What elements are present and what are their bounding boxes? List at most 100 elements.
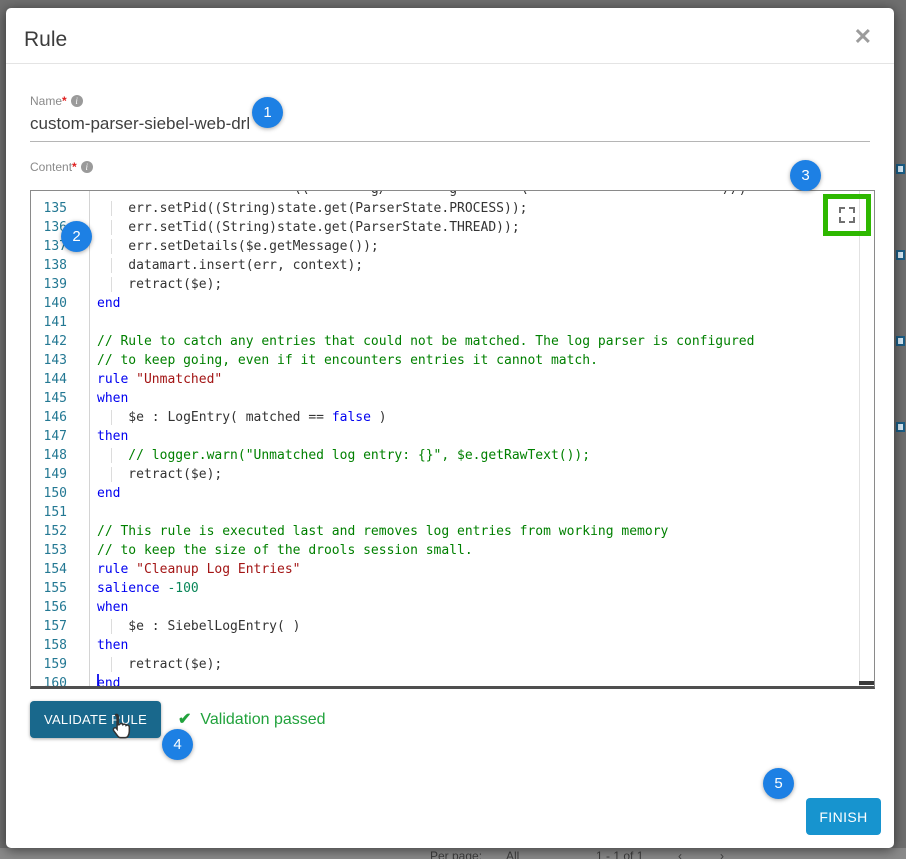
code-line: 140 end bbox=[31, 294, 874, 313]
indent-guide-line bbox=[111, 220, 112, 235]
code-text: then bbox=[97, 427, 128, 446]
line-number: 144 bbox=[31, 370, 89, 389]
code-text: retract($e); bbox=[97, 465, 222, 484]
code-line: 155 salience -100 bbox=[31, 579, 874, 598]
code-line: 141 bbox=[31, 313, 874, 332]
indent-guide-line bbox=[111, 467, 112, 482]
line-number: 142 bbox=[31, 332, 89, 351]
code-line: 135 err.setPid((String)state.get(ParserS… bbox=[31, 199, 874, 218]
line-number: 159 bbox=[31, 655, 89, 674]
code-line: 156when bbox=[31, 598, 874, 617]
check-icon: ✔ bbox=[178, 711, 191, 728]
required-asterisk: * bbox=[62, 94, 67, 108]
info-icon[interactable]: i bbox=[81, 161, 93, 173]
prev-page-icon: ‹ bbox=[678, 849, 682, 859]
step-badge-5: 5 bbox=[763, 768, 794, 799]
next-page-icon: › bbox=[720, 849, 724, 859]
code-line: 160 end bbox=[31, 674, 874, 689]
code-text: retract($e); bbox=[97, 275, 222, 294]
indent-guide-line bbox=[111, 410, 112, 425]
code-line: 153 // to keep the size of the drools ses… bbox=[31, 541, 874, 560]
line-number: 139 bbox=[31, 275, 89, 294]
required-asterisk: * bbox=[72, 160, 77, 174]
finish-button[interactable]: FINISH bbox=[806, 798, 881, 835]
code-text: // Rule to catch any entries that could … bbox=[97, 332, 754, 351]
code-line: 139 retract($e); bbox=[31, 275, 874, 294]
code-text: // to keep going, even if it encounters … bbox=[97, 351, 598, 370]
validation-status: ✔Validation passed bbox=[178, 709, 326, 729]
line-number: 143 bbox=[31, 351, 89, 370]
horizontal-scrollbar-thumb[interactable] bbox=[859, 681, 874, 685]
indent-guide-line bbox=[111, 448, 112, 463]
line-number: 145 bbox=[31, 389, 89, 408]
code-text: err.setDetails($e.getMessage()); bbox=[97, 237, 379, 256]
name-input[interactable] bbox=[30, 114, 870, 142]
step-badge-2: 2 bbox=[61, 221, 92, 252]
per-page-label: Per page: bbox=[430, 849, 482, 859]
dialog-header: Rule ✕ bbox=[6, 8, 894, 64]
line-number: 156 bbox=[31, 598, 89, 617]
code-text: retract($e); bbox=[97, 655, 222, 674]
code-line: 142 // Rule to catch any entries that cou… bbox=[31, 332, 874, 351]
line-number: 141 bbox=[31, 313, 89, 332]
line-number: 158 bbox=[31, 636, 89, 655]
code-line: 159 retract($e); bbox=[31, 655, 874, 674]
validate-rule-button[interactable]: VALIDATE RULE bbox=[30, 701, 161, 738]
code-line: 158 then bbox=[31, 636, 874, 655]
code-text: end bbox=[97, 674, 120, 689]
step-badge-1: 1 bbox=[252, 97, 283, 128]
code-text: when bbox=[97, 389, 128, 408]
code-line: 138 datamart.insert(err, context); bbox=[31, 256, 874, 275]
step-badge-3: 3 bbox=[790, 160, 821, 191]
line-number: 160 bbox=[31, 674, 89, 689]
close-icon[interactable]: ✕ bbox=[854, 26, 872, 48]
indent-guide-line bbox=[111, 657, 112, 672]
background-pagination-strip: Per page: All 1 - 1 of 1 ‹ › bbox=[0, 848, 906, 859]
line-number: 155 bbox=[31, 579, 89, 598]
code-line: 137 err.setDetails($e.getMessage()); bbox=[31, 237, 874, 256]
line-number: 135 bbox=[31, 199, 89, 218]
code-editor[interactable]: \\ g/ g \ = //) 135 err.setPid((String)s… bbox=[30, 190, 875, 689]
code-text: end bbox=[97, 294, 120, 313]
name-label: Name*i bbox=[30, 94, 83, 108]
fullscreen-icon[interactable] bbox=[839, 207, 855, 223]
code-line: 152// This rule is executed last and rem… bbox=[31, 522, 874, 541]
line-number: 154 bbox=[31, 560, 89, 579]
code-text: // logger.warn("Unmatched log entry: {}"… bbox=[97, 446, 590, 465]
line-number: 157 bbox=[31, 617, 89, 636]
line-number: 148 bbox=[31, 446, 89, 465]
line-number: 140 bbox=[31, 294, 89, 313]
line-number: 151 bbox=[31, 503, 89, 522]
rule-dialog: Rule ✕ Name*i Content*i \\ g/ g \ = //) … bbox=[6, 8, 894, 848]
code-line: 144 rule "Unmatched" bbox=[31, 370, 874, 389]
code-text: $e : LogEntry( matched == false ) bbox=[97, 408, 387, 427]
gutter-divider bbox=[89, 191, 90, 686]
hand-cursor-icon bbox=[106, 712, 134, 740]
code-line: 148 // logger.warn("Unmatched log entry:… bbox=[31, 446, 874, 465]
clipped-code-line: \\ g/ g \ = //) bbox=[31, 191, 874, 199]
content-label: Content*i bbox=[30, 160, 93, 174]
background-table-icon bbox=[896, 336, 905, 346]
code-text: // to keep the size of the drools sessio… bbox=[97, 541, 473, 560]
code-text: end bbox=[97, 484, 120, 503]
background-table-icon bbox=[896, 422, 905, 432]
code-line: 147then bbox=[31, 427, 874, 446]
code-text: rule "Unmatched" bbox=[97, 370, 222, 389]
code-text: err.setTid((String)state.get(ParserState… bbox=[97, 218, 520, 237]
code-text: then bbox=[97, 636, 128, 655]
indent-guide-line bbox=[111, 258, 112, 273]
code-text: $e : SiebelLogEntry( ) bbox=[97, 617, 301, 636]
code-line: 149 retract($e); bbox=[31, 465, 874, 484]
code-lines: 135 err.setPid((String)state.get(ParserS… bbox=[31, 199, 874, 689]
code-line: 150end bbox=[31, 484, 874, 503]
line-number: 153 bbox=[31, 541, 89, 560]
dialog-title: Rule bbox=[24, 28, 67, 52]
code-line: 145 when bbox=[31, 389, 874, 408]
code-text: err.setPid((String)state.get(ParserState… bbox=[97, 199, 527, 218]
indent-guide-line bbox=[111, 277, 112, 292]
code-text: salience -100 bbox=[97, 579, 199, 598]
indent-guide-line bbox=[111, 201, 112, 216]
info-icon[interactable]: i bbox=[71, 95, 83, 107]
step-badge-4: 4 bbox=[162, 729, 193, 760]
line-number: 146 bbox=[31, 408, 89, 427]
